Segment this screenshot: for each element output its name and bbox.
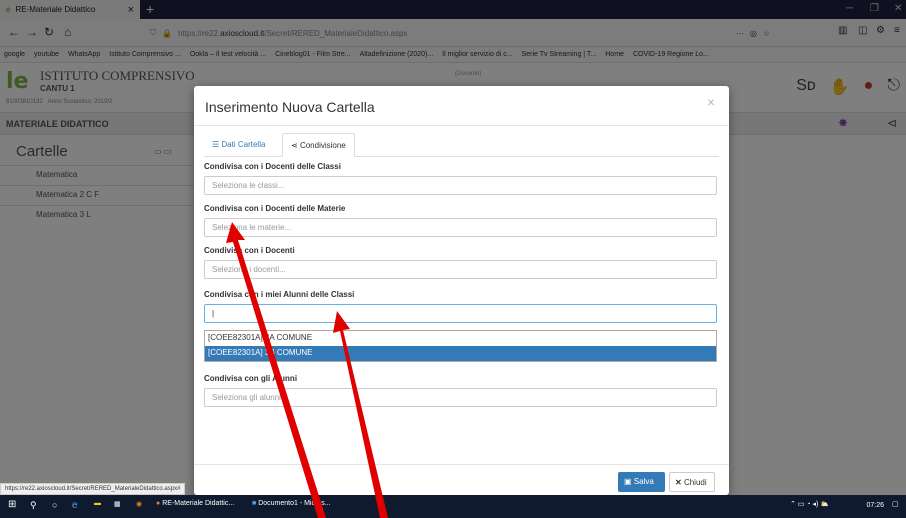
annotation-arrows — [226, 222, 388, 518]
red-arrow-left — [226, 222, 326, 518]
red-arrow-right — [333, 311, 388, 518]
